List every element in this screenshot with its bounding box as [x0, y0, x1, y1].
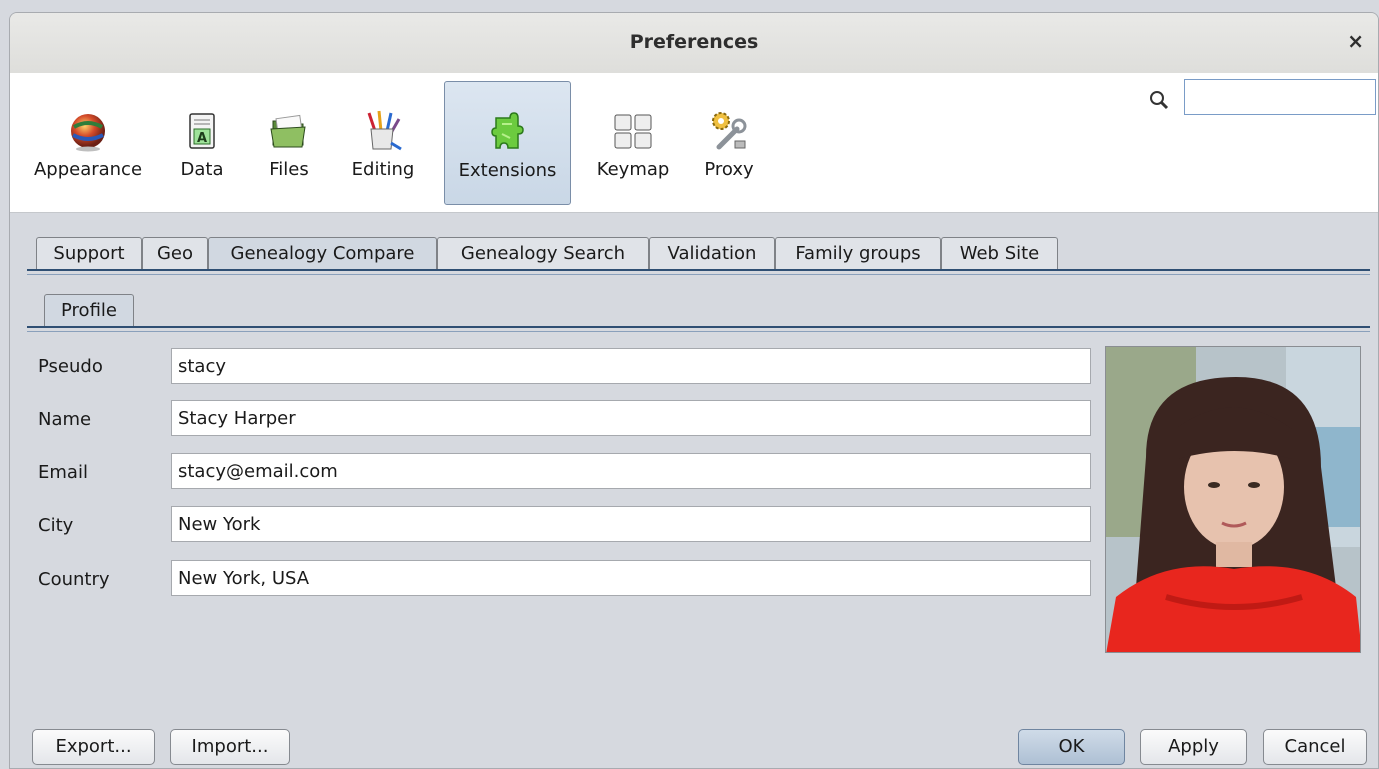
- tab-genealogy-search[interactable]: Genealogy Search: [437, 237, 649, 270]
- country-field[interactable]: [171, 560, 1091, 596]
- tool-proxy[interactable]: Proxy: [694, 81, 764, 205]
- email-field[interactable]: [171, 453, 1091, 489]
- tab-divider: [27, 269, 1370, 275]
- tab-family-groups[interactable]: Family groups: [775, 237, 941, 270]
- tab-geo[interactable]: Geo: [142, 237, 208, 270]
- svg-text:A: A: [197, 131, 207, 146]
- apply-button[interactable]: Apply: [1140, 729, 1247, 765]
- city-field[interactable]: [171, 506, 1091, 542]
- tool-label: Extensions: [458, 160, 557, 181]
- search-icon: [1150, 91, 1169, 110]
- tool-label: Editing: [351, 159, 415, 180]
- pseudo-label: Pseudo: [38, 356, 103, 377]
- tool-files[interactable]: Files: [255, 81, 323, 205]
- tool-appearance[interactable]: Appearance: [18, 81, 158, 205]
- country-label: Country: [38, 569, 110, 590]
- tool-label: Appearance: [33, 159, 143, 180]
- tool-extensions[interactable]: Extensions: [444, 81, 571, 205]
- email-label: Email: [38, 462, 88, 483]
- category-toolbar: Appearance A Data Files Editing Extensio…: [10, 73, 1378, 213]
- title-bar: Preferences ×: [10, 13, 1378, 74]
- tool-data[interactable]: A Data: [170, 81, 234, 205]
- subtab-divider: [27, 326, 1370, 332]
- tool-label: Keymap: [596, 159, 670, 180]
- data-sheet-icon: A: [189, 113, 215, 149]
- tool-label: Files: [269, 159, 309, 180]
- tool-keymap[interactable]: Keymap: [590, 81, 676, 205]
- globe-icon: [71, 114, 105, 152]
- brushes-cup-icon: [367, 110, 402, 151]
- search-input[interactable]: [1184, 79, 1376, 115]
- keyboard-keys-icon: [614, 114, 652, 149]
- profile-photo[interactable]: [1105, 346, 1361, 653]
- puzzle-icon: [490, 112, 524, 149]
- tool-label: Proxy: [704, 159, 754, 180]
- tab-genealogy-compare[interactable]: Genealogy Compare: [208, 237, 437, 270]
- close-icon[interactable]: ×: [1347, 29, 1364, 53]
- tab-support[interactable]: Support: [36, 237, 142, 270]
- name-field[interactable]: [171, 400, 1091, 436]
- gear-wrench-icon: [712, 112, 747, 150]
- folder-icon: [270, 114, 306, 148]
- portrait-image: [1106, 347, 1360, 652]
- cancel-button[interactable]: Cancel: [1263, 729, 1367, 765]
- tool-label: Data: [180, 159, 224, 180]
- export-button[interactable]: Export...: [32, 729, 155, 765]
- tab-web-site[interactable]: Web Site: [941, 237, 1058, 270]
- window-title: Preferences: [629, 31, 759, 53]
- tool-editing[interactable]: Editing: [340, 81, 426, 205]
- pseudo-field[interactable]: [171, 348, 1091, 384]
- import-button[interactable]: Import...: [170, 729, 290, 765]
- name-label: Name: [38, 409, 92, 430]
- preferences-window: Preferences × Appearance A Data Files Ed…: [9, 12, 1379, 769]
- ok-button[interactable]: OK: [1018, 729, 1125, 765]
- tab-validation[interactable]: Validation: [649, 237, 775, 270]
- tab-profile[interactable]: Profile: [44, 294, 134, 327]
- city-label: City: [38, 515, 74, 536]
